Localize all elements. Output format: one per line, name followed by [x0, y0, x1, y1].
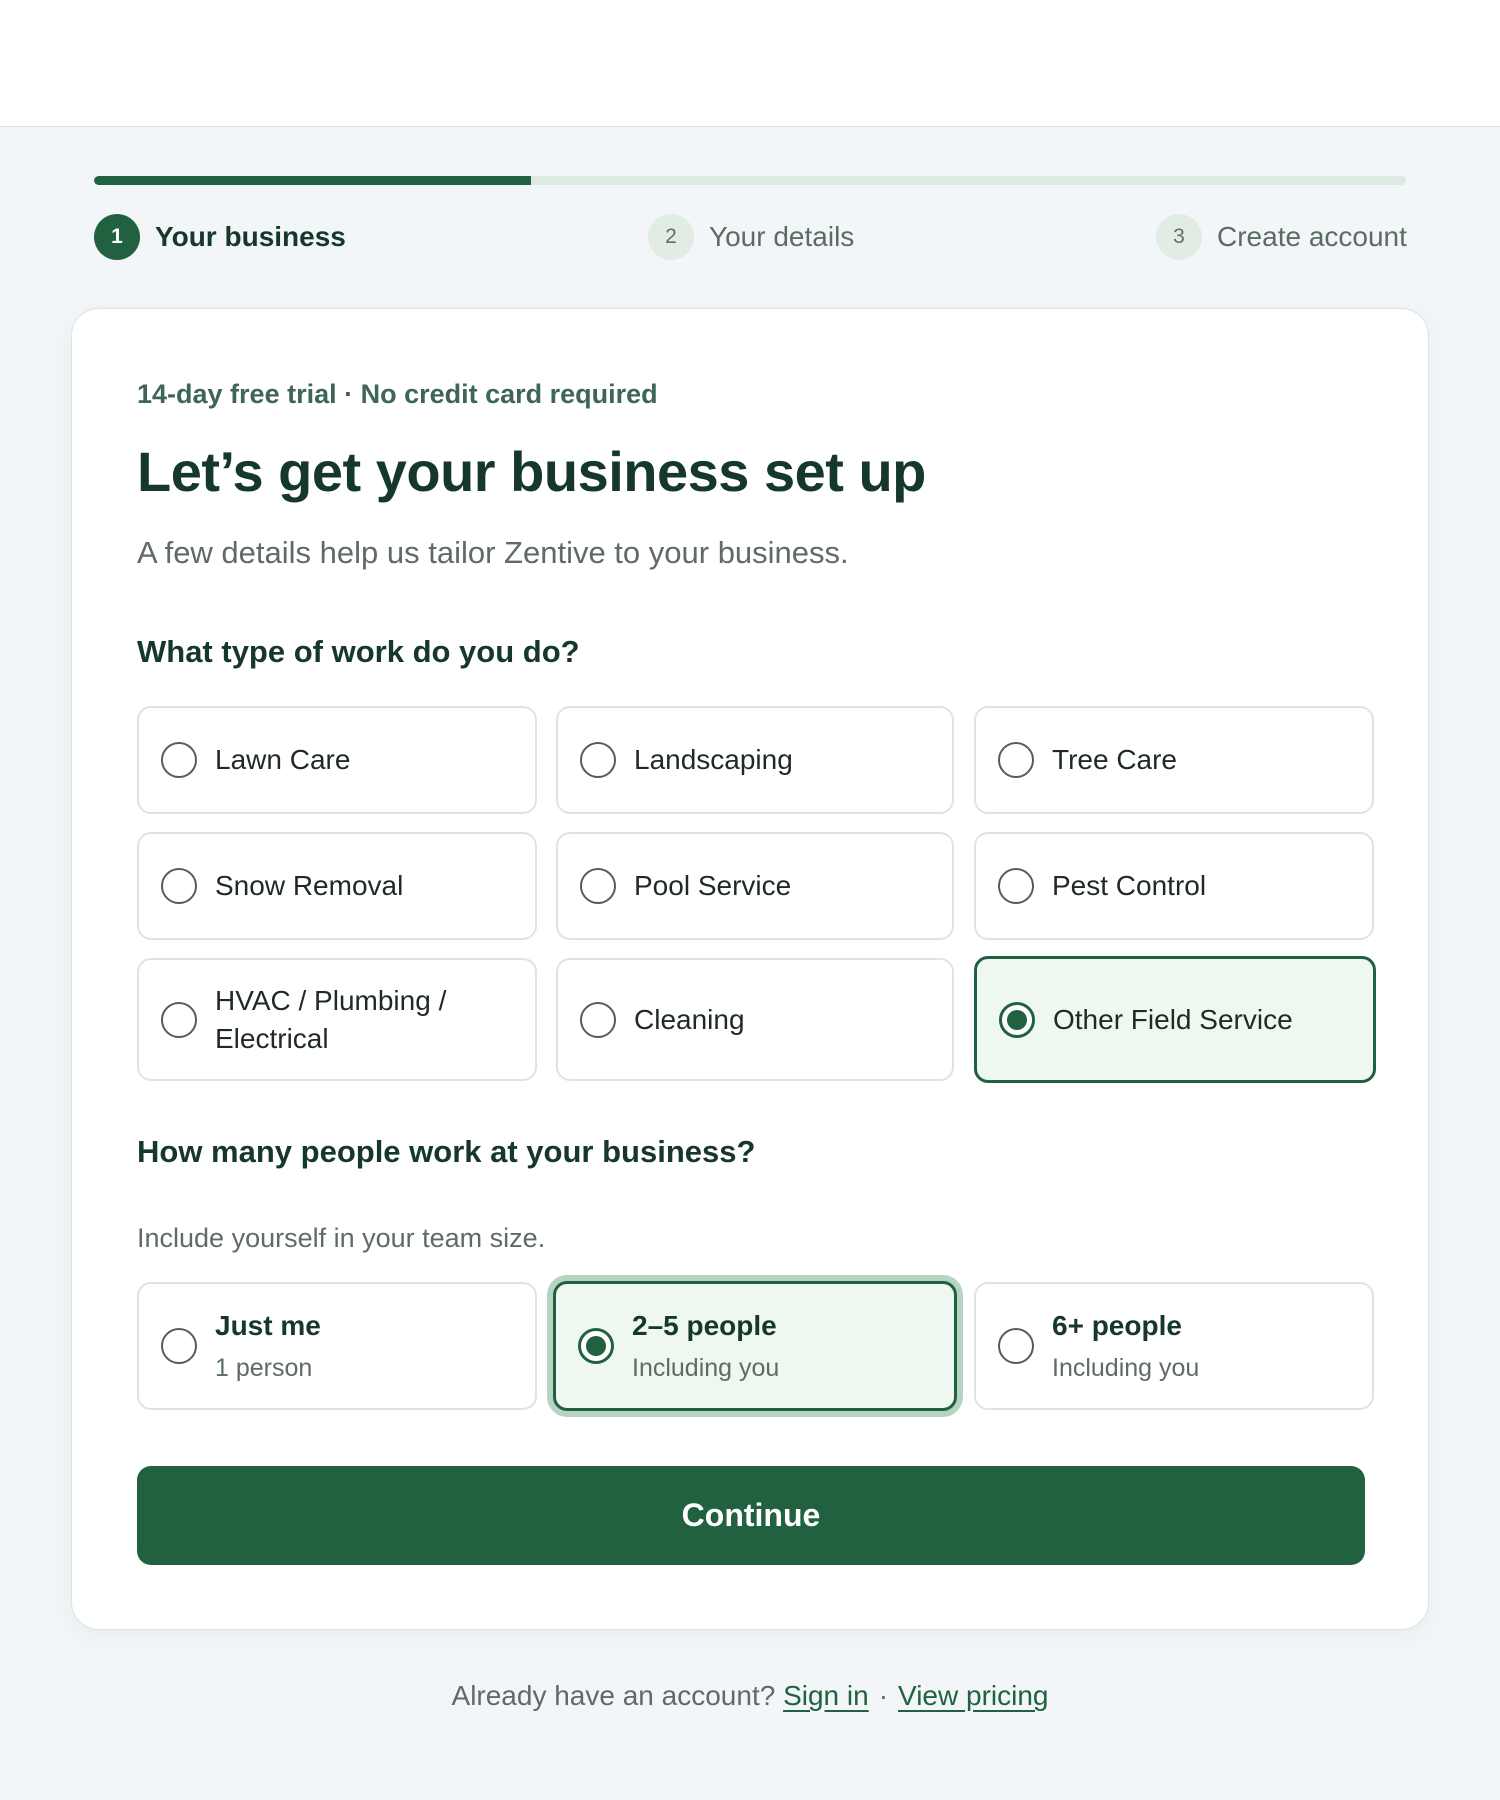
work-type-question: What type of work do you do?	[137, 634, 580, 669]
onboarding-card: 14-day free trial · No credit card requi…	[71, 308, 1429, 1630]
option-label: Cleaning	[634, 1003, 745, 1035]
work-type-option-pest-control[interactable]: Pest Control	[974, 832, 1374, 940]
option-sublabel: Including you	[632, 1354, 780, 1382]
option-label: Tree Care	[1052, 744, 1178, 775]
trial-note: 14-day free trial · No credit card requi…	[137, 379, 658, 409]
work-type-option-other-field-service[interactable]: Other Field Service	[974, 956, 1376, 1083]
step-number: 3	[1156, 214, 1202, 260]
radio-button[interactable]	[998, 742, 1034, 778]
sign-in-prompt: Already have an account?	[451, 1680, 776, 1711]
radio-button[interactable]	[998, 1328, 1034, 1364]
radio-button[interactable]	[580, 1001, 616, 1038]
step-number: 1	[94, 214, 140, 260]
progress-bar-fill	[94, 176, 531, 185]
option-label: Lawn Care	[215, 744, 351, 775]
option-sublabel: Including you	[1052, 1354, 1200, 1382]
step-your-details: 2 Your details	[648, 214, 854, 260]
option-label: HVAC / Plumbing / Electrical	[215, 984, 447, 1054]
radio-button[interactable]	[161, 868, 197, 904]
sign-in-link[interactable]: Sign in	[783, 1680, 869, 1711]
option-label: Snow Removal	[215, 870, 404, 901]
step-your-business: 1 Your business	[94, 214, 346, 260]
work-type-option-snow-removal[interactable]: Snow Removal	[137, 832, 537, 940]
radio-button[interactable]	[999, 1001, 1035, 1038]
team-size-option-2-5-people[interactable]: 2–5 people Including you	[553, 1281, 957, 1411]
radio-button[interactable]	[161, 742, 197, 778]
team-size-hint: Include yourself in your team size.	[137, 1223, 546, 1253]
team-size-option-just-me[interactable]: Just me 1 person	[137, 1282, 537, 1410]
work-type-option-landscaping[interactable]: Landscaping	[556, 706, 954, 814]
step-label: Create account	[1217, 221, 1407, 252]
work-type-option-tree-care[interactable]: Tree Care	[974, 706, 1374, 814]
option-label: Landscaping	[634, 744, 793, 775]
option-label: 2–5 people	[632, 1310, 777, 1341]
work-type-option-lawn-care[interactable]: Lawn Care	[137, 706, 537, 814]
progress-bar	[94, 176, 1406, 185]
page-subtitle: A few details help us tailor Zentive to …	[137, 535, 849, 570]
option-label: 6+ people	[1052, 1310, 1182, 1341]
option-label: Pest Control	[1052, 870, 1207, 901]
work-type-option-hvac[interactable]: HVAC / Plumbing / Electrical	[137, 958, 537, 1081]
option-label: Pool Service	[634, 870, 792, 901]
radio-button[interactable]	[580, 742, 616, 778]
team-size-question: How many people work at your business?	[137, 1134, 756, 1169]
work-type-option-pool-service[interactable]: Pool Service	[556, 832, 954, 940]
continue-button[interactable]: Continue	[137, 1466, 1365, 1565]
top-bar	[0, 0, 1500, 127]
option-label: Just me	[215, 1310, 321, 1341]
option-label: Other Field Service	[1053, 1003, 1293, 1035]
radio-dot	[586, 1336, 606, 1356]
radio-button[interactable]	[161, 1328, 197, 1364]
radio-button[interactable]	[578, 1328, 614, 1364]
radio-dot	[1007, 1009, 1027, 1030]
footer-links: Already have an account? Sign in · View pr…	[0, 1680, 1500, 1712]
view-pricing-link[interactable]: View pricing	[898, 1680, 1048, 1711]
radio-button[interactable]	[998, 868, 1034, 904]
radio-button[interactable]	[161, 1001, 197, 1038]
footer-separator: ·	[878, 1680, 889, 1711]
work-type-option-cleaning[interactable]: Cleaning	[556, 958, 954, 1081]
radio-button[interactable]	[580, 868, 616, 904]
team-size-option-6-plus-people[interactable]: 6+ people Including you	[974, 1282, 1374, 1410]
step-create-account: 3 Create account	[1156, 214, 1407, 260]
option-sublabel: 1 person	[215, 1354, 313, 1382]
step-label: Your business	[155, 221, 346, 252]
page-title: Let’s get your business set up	[137, 440, 926, 503]
step-label: Your details	[709, 221, 855, 252]
step-number: 2	[648, 214, 694, 260]
